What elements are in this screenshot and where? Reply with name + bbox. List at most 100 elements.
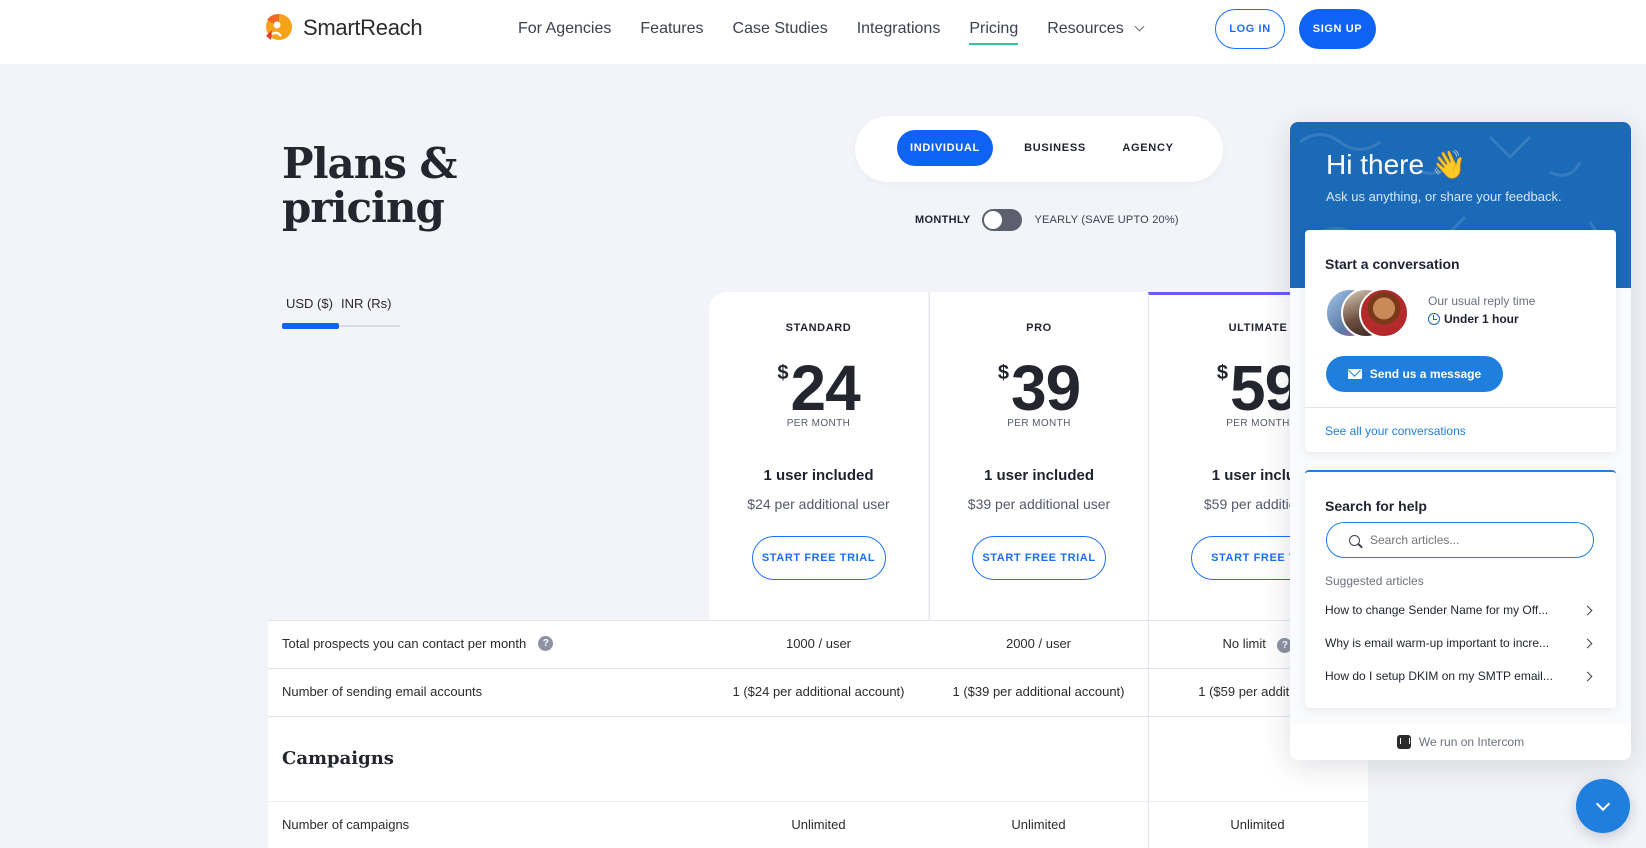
currency-track bbox=[282, 323, 400, 329]
tab-agency[interactable]: AGENCY bbox=[1105, 130, 1191, 166]
intercom-messenger: Hi there 👋 Ask us anything, or share you… bbox=[1290, 122, 1631, 760]
users-included: 1 user included bbox=[763, 467, 874, 484]
table-row: Total prospects you can contact per mont… bbox=[268, 621, 1368, 669]
additional-user-price: $39 per additional user bbox=[967, 496, 1111, 512]
start-conversation-card: Start a conversation Our usual reply tim… bbox=[1305, 230, 1616, 452]
brand-logo[interactable]: SmartReach bbox=[259, 10, 423, 46]
tab-individual[interactable]: INDIVIDUAL bbox=[897, 130, 993, 166]
chevron-right-icon bbox=[1582, 605, 1593, 615]
plan-name: PRO bbox=[1026, 322, 1052, 334]
question-mark-icon[interactable]: ? bbox=[538, 636, 554, 651]
users-included: 1 user included bbox=[983, 467, 1095, 484]
section-title-campaigns: Campaigns bbox=[282, 748, 394, 769]
divider bbox=[1305, 407, 1616, 408]
chevron-right-icon bbox=[1582, 638, 1593, 648]
plan-card-pro: PRO $ 39 PER MONTH 1 user included $39 p… bbox=[929, 292, 1148, 620]
plan-name: STANDARD bbox=[785, 322, 852, 334]
cell-standard: 1 ($24 per additional account) bbox=[732, 684, 905, 699]
nav-link-case-studies[interactable]: Case Studies bbox=[733, 20, 828, 42]
article-title: How to change Sender Name for my Off... bbox=[1325, 603, 1549, 617]
smartreach-logo-icon bbox=[259, 10, 295, 46]
chevron-down-icon bbox=[1595, 796, 1611, 811]
cell-ultimate: Unlimited bbox=[1230, 817, 1285, 832]
nav-link-pricing[interactable]: Pricing bbox=[969, 20, 1018, 45]
currency-active-indicator bbox=[282, 323, 339, 329]
suggested-articles-label: Suggested articles bbox=[1325, 574, 1424, 588]
search-help-card: Search for help Suggested articles How t… bbox=[1305, 470, 1616, 708]
currency-usd[interactable]: USD ($) bbox=[286, 296, 333, 311]
chevron-right-icon bbox=[1582, 671, 1593, 681]
messenger-subtitle: Ask us anything, or share your feedback. bbox=[1326, 189, 1562, 204]
plan-price: $ 39 bbox=[930, 356, 1148, 420]
page-title-line-2: pricing bbox=[282, 183, 445, 232]
nav-link-resources[interactable]: Resources bbox=[1047, 20, 1145, 42]
reply-time-value: Under 1 hour bbox=[1428, 312, 1519, 326]
signup-button[interactable]: SIGN UP bbox=[1299, 9, 1376, 49]
price-amount: 39 bbox=[1010, 352, 1081, 424]
envelope-icon bbox=[1347, 369, 1362, 379]
messenger-launcher-button[interactable] bbox=[1576, 779, 1630, 833]
additional-user-price: $24 per additional user bbox=[747, 496, 890, 512]
cell-standard: Unlimited bbox=[791, 817, 846, 832]
article-title: How do I setup DKIM on my SMTP email... bbox=[1325, 669, 1553, 683]
table-row: Number of sending email accounts 1 ($24 … bbox=[268, 669, 1368, 717]
row-label: Number of sending email accounts bbox=[282, 684, 483, 699]
reply-time-label: Our usual reply time bbox=[1428, 294, 1536, 308]
price-currency: $ bbox=[777, 362, 789, 384]
billing-toggle-switch[interactable] bbox=[982, 209, 1023, 231]
search-icon bbox=[1349, 534, 1360, 546]
price-period: PER MONTH bbox=[786, 418, 851, 429]
plan-type-switch: INDIVIDUAL BUSINESS AGENCY bbox=[855, 116, 1223, 182]
table-row: Number of campaigns Unlimited Unlimited … bbox=[268, 801, 1368, 848]
page-title-line-1: Plans & bbox=[282, 139, 457, 188]
clock-icon bbox=[1428, 313, 1440, 325]
cell-ultimate-text: No limit bbox=[1222, 636, 1266, 651]
cell-pro: Unlimited bbox=[1011, 817, 1066, 832]
row-label: Number of campaigns bbox=[282, 817, 410, 832]
price-currency: $ bbox=[1216, 362, 1228, 384]
tab-business[interactable]: BUSINESS bbox=[1007, 130, 1103, 166]
search-articles-field[interactable] bbox=[1326, 522, 1594, 558]
plan-price: $ 24 bbox=[709, 356, 928, 420]
top-navigation: SmartReach For Agencies Features Case St… bbox=[0, 0, 1646, 64]
row-label-text: Total prospects you can contact per mont… bbox=[282, 636, 527, 651]
suggested-article-item[interactable]: How do I setup DKIM on my SMTP email... bbox=[1325, 666, 1595, 686]
see-all-conversations-link[interactable]: See all your conversations bbox=[1325, 424, 1466, 438]
footer-text: We run on Intercom bbox=[1418, 735, 1525, 749]
article-title: Why is email warm-up important to incre.… bbox=[1325, 636, 1550, 650]
reply-time-text: Under 1 hour bbox=[1444, 312, 1519, 326]
cell-pro: 2000 / user bbox=[1005, 636, 1072, 651]
login-button[interactable]: LOG IN bbox=[1215, 9, 1285, 49]
messenger-footer[interactable]: We run on Intercom bbox=[1290, 724, 1631, 760]
chevron-down-icon bbox=[1134, 21, 1145, 32]
currency-inr[interactable]: INR (Rs) bbox=[341, 296, 392, 311]
avatar bbox=[1359, 288, 1409, 338]
page-title: Plans & pricing bbox=[282, 142, 502, 230]
nav-link-resources-label: Resources bbox=[1047, 20, 1124, 37]
billing-yearly-label[interactable]: YEARLY (SAVE UPTO 20%) bbox=[1034, 214, 1178, 226]
price-amount: 59 bbox=[1229, 352, 1300, 424]
messenger-greeting: Hi there 👋 bbox=[1326, 149, 1467, 180]
price-currency: $ bbox=[997, 362, 1009, 384]
start-free-trial-button[interactable]: START FREE TRIAL bbox=[751, 536, 886, 580]
billing-monthly-label[interactable]: MONTHLY bbox=[915, 214, 970, 226]
nav-link-features[interactable]: Features bbox=[640, 20, 703, 42]
cell-standard: 1000 / user bbox=[785, 636, 852, 651]
price-period: PER MONTH bbox=[1007, 418, 1071, 429]
nav-link-integrations[interactable]: Integrations bbox=[857, 20, 941, 42]
team-avatars bbox=[1325, 288, 1415, 338]
suggested-article-item[interactable]: How to change Sender Name for my Off... bbox=[1325, 600, 1595, 620]
price-amount: 24 bbox=[790, 352, 860, 424]
toggle-knob bbox=[984, 211, 1003, 229]
start-free-trial-button[interactable]: START FREE TRIAL bbox=[972, 536, 1106, 580]
send-message-button[interactable]: Send us a message bbox=[1326, 356, 1503, 392]
search-help-title: Search for help bbox=[1325, 498, 1427, 514]
cell-pro: 1 ($39 per additional account) bbox=[952, 684, 1125, 699]
suggested-article-item[interactable]: Why is email warm-up important to incre.… bbox=[1325, 633, 1595, 653]
billing-period-toggle: MONTHLY YEARLY (SAVE UPTO 20%) bbox=[915, 209, 1179, 231]
search-articles-input[interactable] bbox=[1370, 533, 1570, 547]
row-label: Total prospects you can contact per mont… bbox=[282, 636, 554, 651]
nav-link-for-agencies[interactable]: For Agencies bbox=[518, 20, 611, 42]
brand-name: SmartReach bbox=[303, 15, 423, 40]
currency-selector: USD ($) INR (Rs) bbox=[282, 296, 400, 329]
